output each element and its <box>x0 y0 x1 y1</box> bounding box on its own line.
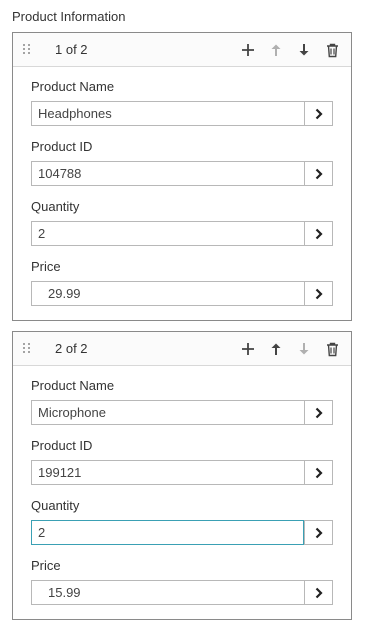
panel-counter: 2 of 2 <box>55 341 88 356</box>
chevron-right-icon[interactable] <box>304 221 333 246</box>
panel-body: Product Name Product ID Quantity Price <box>13 366 351 605</box>
drag-handle-icon[interactable] <box>23 44 35 56</box>
price-row <box>31 580 333 605</box>
chevron-right-icon[interactable] <box>304 580 333 605</box>
product-panel-1: 1 of 2 Product Name Product ID Q <box>12 32 352 321</box>
price-input[interactable] <box>31 281 304 306</box>
panel-counter: 1 of 2 <box>55 42 88 57</box>
chevron-right-icon[interactable] <box>304 281 333 306</box>
price-label: Price <box>31 259 61 274</box>
price-label: Price <box>31 558 61 573</box>
product-name-row <box>31 101 333 126</box>
chevron-right-icon[interactable] <box>304 400 333 425</box>
arrow-down-icon[interactable] <box>293 338 315 360</box>
product-id-input[interactable] <box>31 460 304 485</box>
product-id-label: Product ID <box>31 438 93 453</box>
chevron-right-icon[interactable] <box>304 161 333 186</box>
panel-header: 2 of 2 <box>13 332 351 366</box>
drag-handle-icon[interactable] <box>23 343 35 355</box>
price-row <box>31 281 333 306</box>
panel-header: 1 of 2 <box>13 33 351 67</box>
price-input[interactable] <box>31 580 304 605</box>
panel-toolbar <box>237 39 343 61</box>
quantity-row <box>31 221 333 246</box>
panel-toolbar <box>237 338 343 360</box>
quantity-input[interactable] <box>31 221 304 246</box>
plus-icon[interactable] <box>237 338 259 360</box>
product-name-input[interactable] <box>31 101 304 126</box>
chevron-right-icon[interactable] <box>304 520 333 545</box>
product-id-row <box>31 161 333 186</box>
quantity-row <box>31 520 333 545</box>
quantity-label: Quantity <box>31 498 80 513</box>
trash-icon[interactable] <box>321 39 343 61</box>
chevron-right-icon[interactable] <box>304 101 333 126</box>
plus-icon[interactable] <box>237 39 259 61</box>
product-id-label: Product ID <box>31 139 93 154</box>
panel-body: Product Name Product ID Quantity Price <box>13 67 351 306</box>
product-panel-2: 2 of 2 Product Name Product ID Q <box>12 331 352 620</box>
chevron-right-icon[interactable] <box>304 460 333 485</box>
product-name-label: Product Name <box>31 79 115 94</box>
arrow-down-icon[interactable] <box>293 39 315 61</box>
product-name-row <box>31 400 333 425</box>
product-name-label: Product Name <box>31 378 115 393</box>
arrow-up-icon[interactable] <box>265 338 287 360</box>
product-id-row <box>31 460 333 485</box>
product-id-input[interactable] <box>31 161 304 186</box>
trash-icon[interactable] <box>321 338 343 360</box>
product-name-input[interactable] <box>31 400 304 425</box>
quantity-label: Quantity <box>31 199 80 214</box>
arrow-up-icon[interactable] <box>265 39 287 61</box>
quantity-input[interactable] <box>31 520 304 545</box>
section-title: Product Information <box>12 9 126 24</box>
